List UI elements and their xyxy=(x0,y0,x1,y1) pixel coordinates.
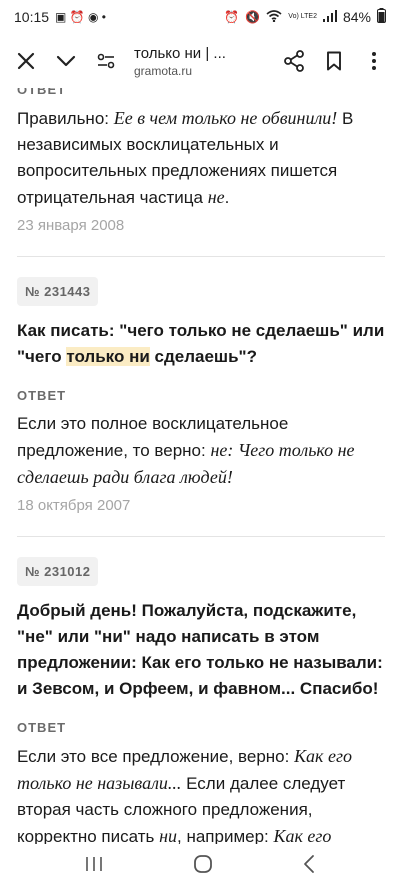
clock: 10:15 xyxy=(14,9,50,25)
status-bar: 10:15 ▣ ⏰ ◉ • ⏰ 🔇 Vo) LTE2 84% xyxy=(0,0,400,34)
answer-text: Правильно: Ее в чем только не обвинили! … xyxy=(17,108,354,207)
browser-toolbar: только ни | ... gramota.ru xyxy=(0,34,400,88)
question-text: Добрый день! Пожалуйста, подскажите, "не… xyxy=(17,601,383,698)
recent-apps-icon[interactable] xyxy=(85,856,103,877)
close-icon[interactable] xyxy=(6,41,46,81)
question-text: Как писать: "чего только не сделаешь" ил… xyxy=(17,321,385,366)
chevron-down-icon[interactable] xyxy=(46,41,86,81)
system-nav-bar xyxy=(0,844,400,889)
page-settings-icon[interactable] xyxy=(86,41,126,81)
notification-icons: ▣ ⏰ ◉ • xyxy=(55,10,106,24)
answer-label: ОТВЕТ xyxy=(17,720,67,735)
page-title: только ни | ... xyxy=(134,44,226,62)
page-title-block[interactable]: только ни | ... gramota.ru xyxy=(126,45,274,78)
battery-icon xyxy=(377,8,386,26)
more-options-icon[interactable] xyxy=(354,41,394,81)
back-icon[interactable] xyxy=(303,854,315,879)
wifi-icon xyxy=(266,9,282,25)
divider xyxy=(17,536,385,537)
search-highlight: только ни xyxy=(66,347,150,366)
mute-icon: 🔇 xyxy=(245,10,261,24)
answer-text: Если это полное восклицательное предложе… xyxy=(17,414,355,487)
question-number-badge[interactable]: № 231012 xyxy=(17,557,99,586)
answer-text: Если это все предложение, верно: Как его… xyxy=(17,746,352,844)
page-content[interactable]: ОТВЕТ Правильно: Ее в чем только не обви… xyxy=(0,88,400,844)
alarm-icon: ⏰ xyxy=(224,10,240,24)
bookmark-icon[interactable] xyxy=(314,41,354,81)
signal-icon xyxy=(322,9,337,25)
page-domain: gramota.ru xyxy=(134,63,193,78)
answer-label: ОТВЕТ xyxy=(17,88,67,97)
answer-date: 23 января 2008 xyxy=(17,217,125,234)
answer-date: 18 октября 2007 xyxy=(17,497,131,514)
network-label: Vo) LTE2 xyxy=(288,13,317,20)
share-icon[interactable] xyxy=(274,41,314,81)
home-icon[interactable] xyxy=(193,854,213,879)
answer-label: ОТВЕТ xyxy=(17,388,67,403)
question-number-badge[interactable]: № 231443 xyxy=(17,277,99,306)
divider xyxy=(17,256,385,257)
battery-percent: 84% xyxy=(342,9,371,25)
